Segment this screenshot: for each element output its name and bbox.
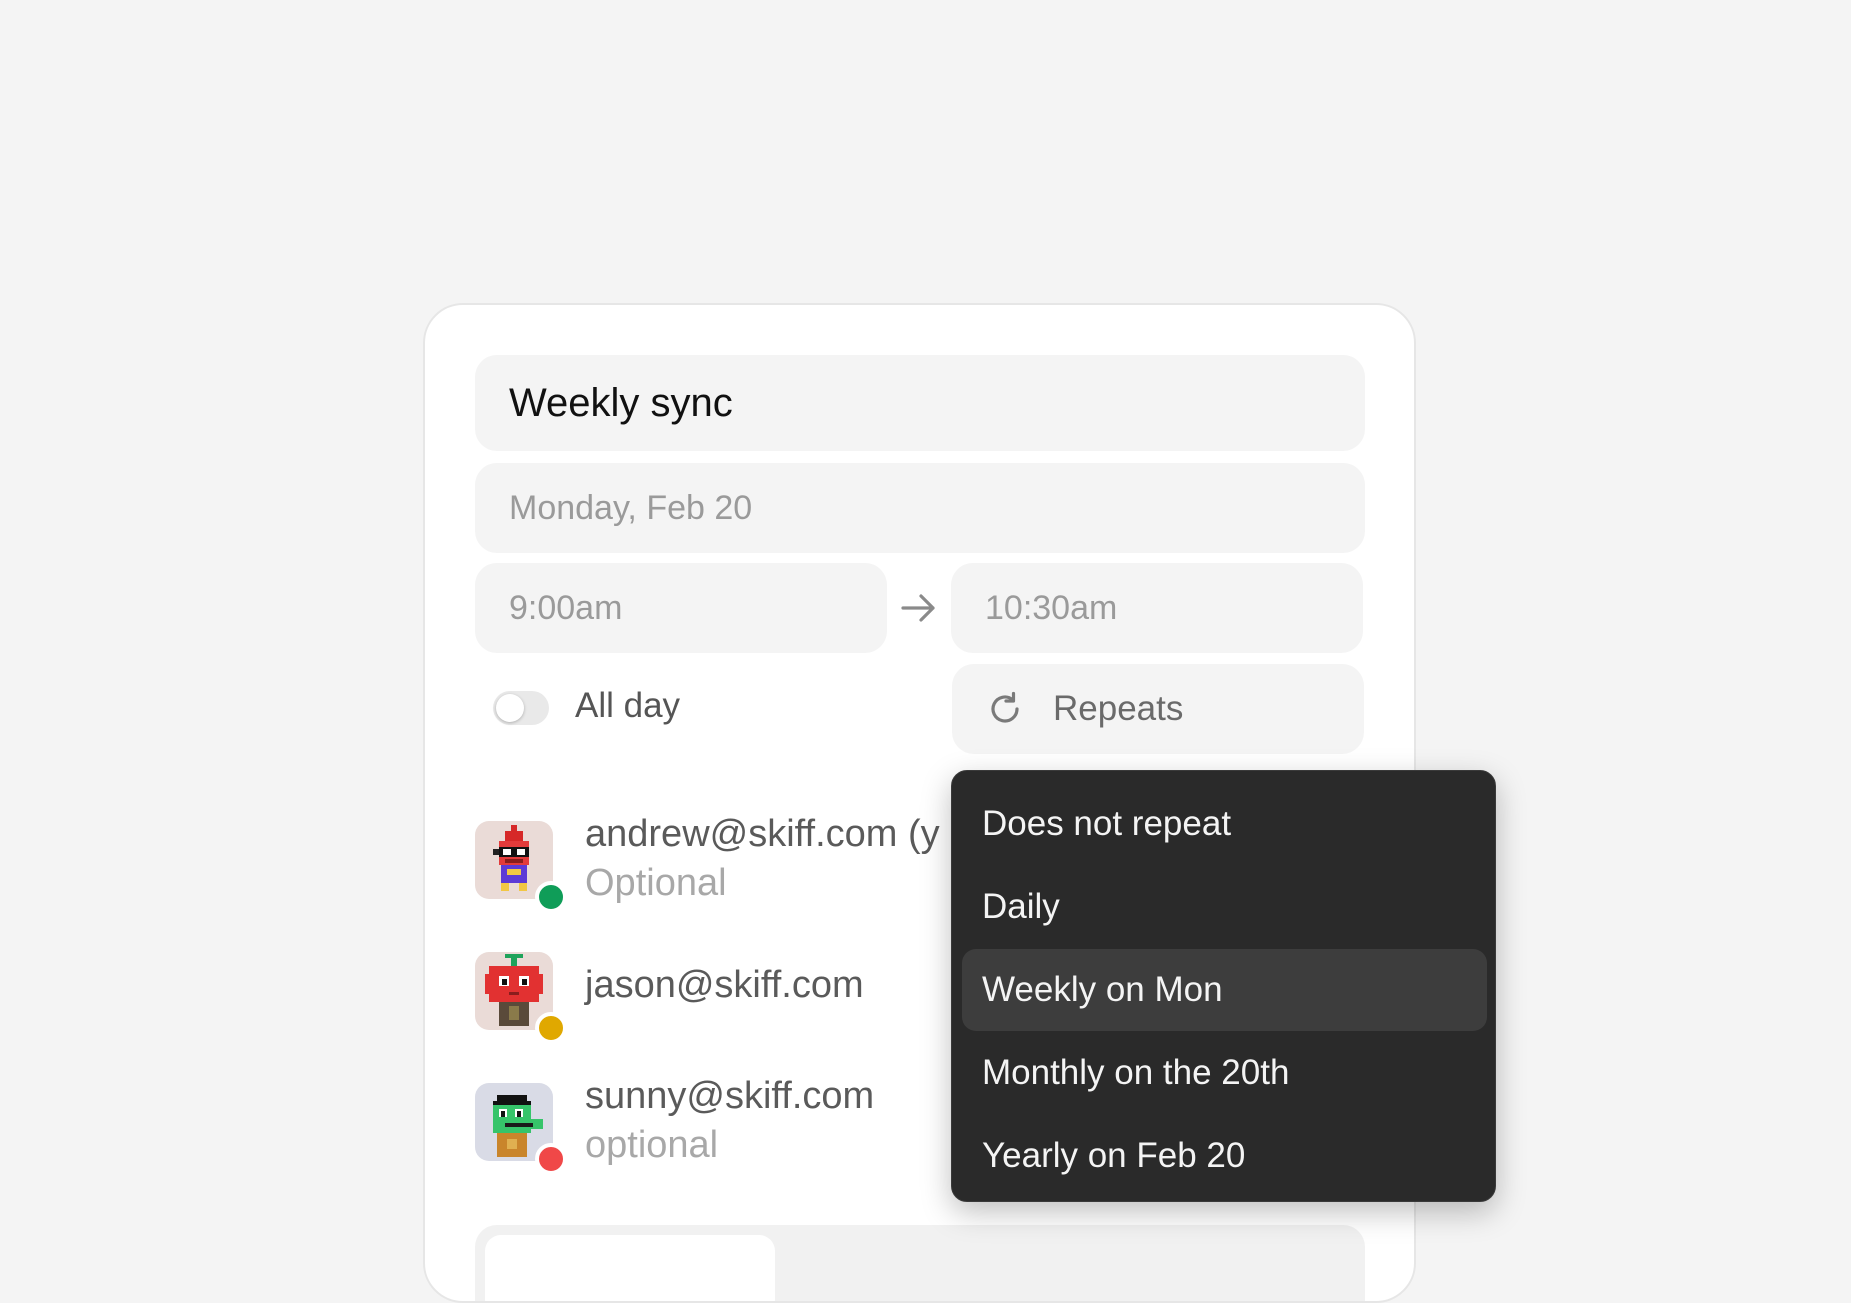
menu-item-label: Daily [982, 887, 1060, 926]
menu-item-monthly[interactable]: Monthly on the 20th [962, 1032, 1487, 1114]
toggle-knob [496, 694, 524, 722]
repeats-button[interactable]: Repeats [952, 664, 1364, 754]
attendee-optional-label: optional [585, 1124, 719, 1166]
attendee-email: sunny@skiff.com [585, 1075, 875, 1117]
menu-item-weekly[interactable]: Weekly on Mon [962, 949, 1487, 1031]
repeat-icon [991, 691, 1019, 723]
segmented-tab[interactable] [485, 1235, 775, 1301]
event-date-field[interactable]: Monday, Feb 20 [475, 463, 1365, 553]
all-day-toggle[interactable] [493, 691, 549, 725]
start-time-text: 9:00am [509, 588, 623, 627]
end-time-field[interactable]: 10:30am [951, 563, 1363, 653]
attendee-optional-label: Optional [585, 862, 727, 904]
avatar [475, 952, 567, 1044]
menu-item-label: Yearly on Feb 20 [982, 1136, 1246, 1175]
status-badge [535, 1012, 567, 1044]
repeats-label: Repeats [1053, 689, 1184, 728]
arrow-right-icon [901, 594, 935, 622]
menu-item-label: Does not repeat [982, 804, 1232, 843]
menu-item-yearly[interactable]: Yearly on Feb 20 [962, 1115, 1487, 1197]
menu-item-daily[interactable]: Daily [962, 866, 1487, 948]
attendee-email: jason@skiff.com [585, 964, 864, 1006]
menu-item-label: Weekly on Mon [982, 970, 1223, 1009]
repeat-options-menu: Does not repeat Daily Weekly on Mon Mont… [951, 770, 1496, 1202]
avatar [475, 1083, 567, 1175]
event-title-text: Weekly sync [509, 380, 733, 425]
all-day-label: All day [575, 686, 681, 725]
menu-item-label: Monthly on the 20th [982, 1053, 1290, 1092]
avatar [475, 821, 567, 913]
status-badge [535, 1143, 567, 1175]
end-time-text: 10:30am [985, 588, 1118, 627]
start-time-field[interactable]: 9:00am [475, 563, 887, 653]
bottom-segmented-control [475, 1225, 1365, 1301]
attendee-email: andrew@skiff.com (y [585, 813, 940, 855]
status-badge [535, 881, 567, 913]
event-date-text: Monday, Feb 20 [509, 488, 753, 527]
menu-item-does-not-repeat[interactable]: Does not repeat [962, 783, 1487, 865]
event-title-input[interactable]: Weekly sync [475, 355, 1365, 451]
